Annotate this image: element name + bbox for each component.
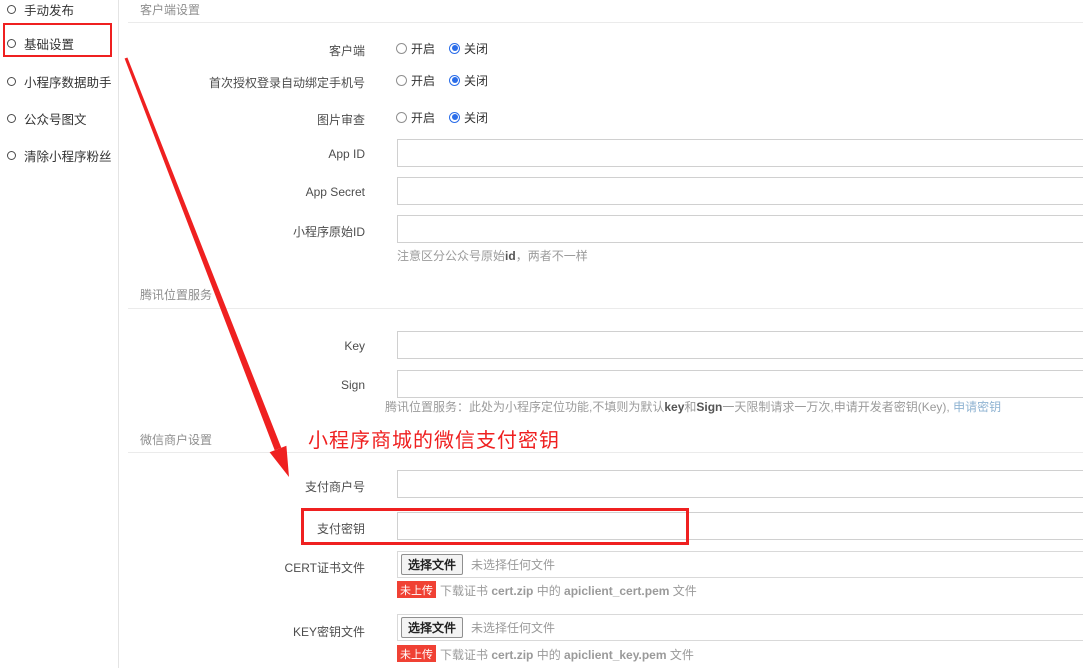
sign-label: Sign	[140, 378, 365, 392]
sign-field[interactable]	[397, 370, 1083, 398]
settings-page: 手动发布 基础设置 小程序数据助手 公众号图文 清除小程序粉丝 客户端设置 客户…	[0, 0, 1083, 668]
radio-circle-icon	[7, 114, 16, 123]
app-secret-field[interactable]	[397, 177, 1083, 205]
not-uploaded-badge: 未上传	[397, 645, 436, 662]
hint-bold: apiclient_key.pem	[564, 648, 667, 662]
image-review-label: 图片审查	[140, 111, 365, 128]
radio-off-selected[interactable]	[449, 112, 460, 123]
merchant-section-title: 微信商户设置	[140, 431, 212, 448]
auto-bind-phone-label: 首次授权登录自动绑定手机号	[140, 74, 365, 91]
sidebar-item-clear-miniprogram-fans[interactable]: 清除小程序粉丝	[0, 147, 112, 163]
sidebar-item-label: 公众号图文	[24, 109, 87, 128]
cert-file-input[interactable]: 选择文件 未选择任何文件	[397, 551, 1083, 578]
radio-on-label[interactable]: 开启	[411, 109, 435, 126]
origin-id-label: 小程序原始ID	[140, 223, 365, 240]
hint-bold: key	[664, 400, 684, 414]
client-section-title: 客户端设置	[140, 1, 200, 18]
sidebar-item-label: 手动发布	[24, 0, 74, 19]
origin-id-hint: 注意区分公众号原始id，两者不一样	[397, 247, 588, 264]
sidebar-item-label: 清除小程序粉丝	[24, 146, 112, 165]
app-id-label: App ID	[140, 147, 365, 161]
hint-text: 文件	[669, 584, 696, 598]
hint-text: 腾讯位置服务：此处为小程序定位功能,不填则为默认	[385, 400, 664, 414]
merchant-id-field[interactable]	[397, 470, 1083, 498]
sign-hint: 腾讯位置服务：此处为小程序定位功能,不填则为默认key和Sign一天限制请求一万…	[385, 398, 1001, 415]
payment-key-field[interactable]	[397, 512, 1083, 540]
hint-text: 中的	[533, 648, 564, 662]
sidebar-divider	[118, 0, 119, 668]
hint-bold: cert.zip	[491, 584, 533, 598]
hint-text: 下载证书	[440, 648, 491, 662]
cert-file-label: CERT证书文件	[140, 559, 365, 576]
radio-on-unselected[interactable]	[396, 75, 407, 86]
hint-text: 一天限制请求一万次,申请开发者密钥(Key),	[722, 400, 953, 414]
hint-bold: cert.zip	[491, 648, 533, 662]
sidebar-item-basic-settings[interactable]: 基础设置	[0, 35, 74, 51]
app-secret-label: App Secret	[140, 185, 365, 199]
key-file-hint: 下载证书 cert.zip 中的 apiclient_key.pem 文件	[440, 646, 694, 663]
radio-circle-icon	[7, 39, 16, 48]
hint-bold: Sign	[696, 400, 722, 414]
hint-text: 中的	[533, 584, 564, 598]
sidebar-item-manual-publish[interactable]: 手动发布	[0, 1, 74, 17]
hint-text: 文件	[667, 648, 694, 662]
radio-off-label[interactable]: 关闭	[464, 109, 488, 126]
hint-bold: id	[505, 249, 516, 263]
radio-on-unselected[interactable]	[396, 112, 407, 123]
hint-text: 下载证书	[440, 584, 491, 598]
radio-circle-icon	[7, 77, 16, 86]
sidebar-item-label: 小程序数据助手	[24, 72, 112, 91]
client-toggle-label: 客户端	[140, 42, 365, 59]
merchant-id-label: 支付商户号	[140, 478, 365, 495]
payment-key-annotation: 小程序商城的微信支付密钥	[308, 424, 560, 453]
sidebar-item-miniprogram-data-assistant[interactable]: 小程序数据助手	[0, 73, 112, 89]
payment-key-label: 支付密钥	[140, 520, 365, 537]
sidebar-item-official-account-articles[interactable]: 公众号图文	[0, 110, 87, 126]
auto-bind-phone-radio-group: 开启 关闭	[396, 73, 488, 87]
radio-off-label[interactable]: 关闭	[464, 40, 488, 57]
origin-id-field[interactable]	[397, 215, 1083, 243]
apply-key-link[interactable]: 申请密钥	[953, 400, 1001, 414]
hint-bold: apiclient_cert.pem	[564, 584, 669, 598]
radio-circle-icon	[7, 5, 16, 14]
hint-text: 注意区分公众号原始	[397, 249, 505, 263]
radio-off-selected[interactable]	[449, 43, 460, 54]
choose-file-button[interactable]: 选择文件	[401, 617, 463, 638]
cert-file-hint: 下载证书 cert.zip 中的 apiclient_cert.pem 文件	[440, 582, 697, 599]
radio-on-label[interactable]: 开启	[411, 72, 435, 89]
radio-on-label[interactable]: 开启	[411, 40, 435, 57]
key-file-input[interactable]: 选择文件 未选择任何文件	[397, 614, 1083, 641]
no-file-selected-text: 未选择任何文件	[471, 556, 555, 573]
app-id-field[interactable]	[397, 139, 1083, 167]
sidebar-item-label: 基础设置	[24, 34, 74, 53]
choose-file-button[interactable]: 选择文件	[401, 554, 463, 575]
radio-off-label[interactable]: 关闭	[464, 72, 488, 89]
radio-off-selected[interactable]	[449, 75, 460, 86]
key-field[interactable]	[397, 331, 1083, 359]
hint-text: ，两者不一样	[516, 249, 588, 263]
hint-text: 和	[684, 400, 696, 414]
client-toggle-radio-group: 开启 关闭	[396, 41, 488, 55]
section-divider	[128, 452, 1083, 453]
section-divider	[128, 22, 1083, 23]
location-section-title: 腾讯位置服务	[140, 286, 212, 303]
radio-circle-icon	[7, 151, 16, 160]
section-divider	[128, 308, 1083, 309]
key-file-label: KEY密钥文件	[140, 623, 365, 640]
image-review-radio-group: 开启 关闭	[396, 110, 488, 124]
not-uploaded-badge: 未上传	[397, 581, 436, 598]
radio-on-unselected[interactable]	[396, 43, 407, 54]
no-file-selected-text: 未选择任何文件	[471, 619, 555, 636]
key-label: Key	[140, 339, 365, 353]
